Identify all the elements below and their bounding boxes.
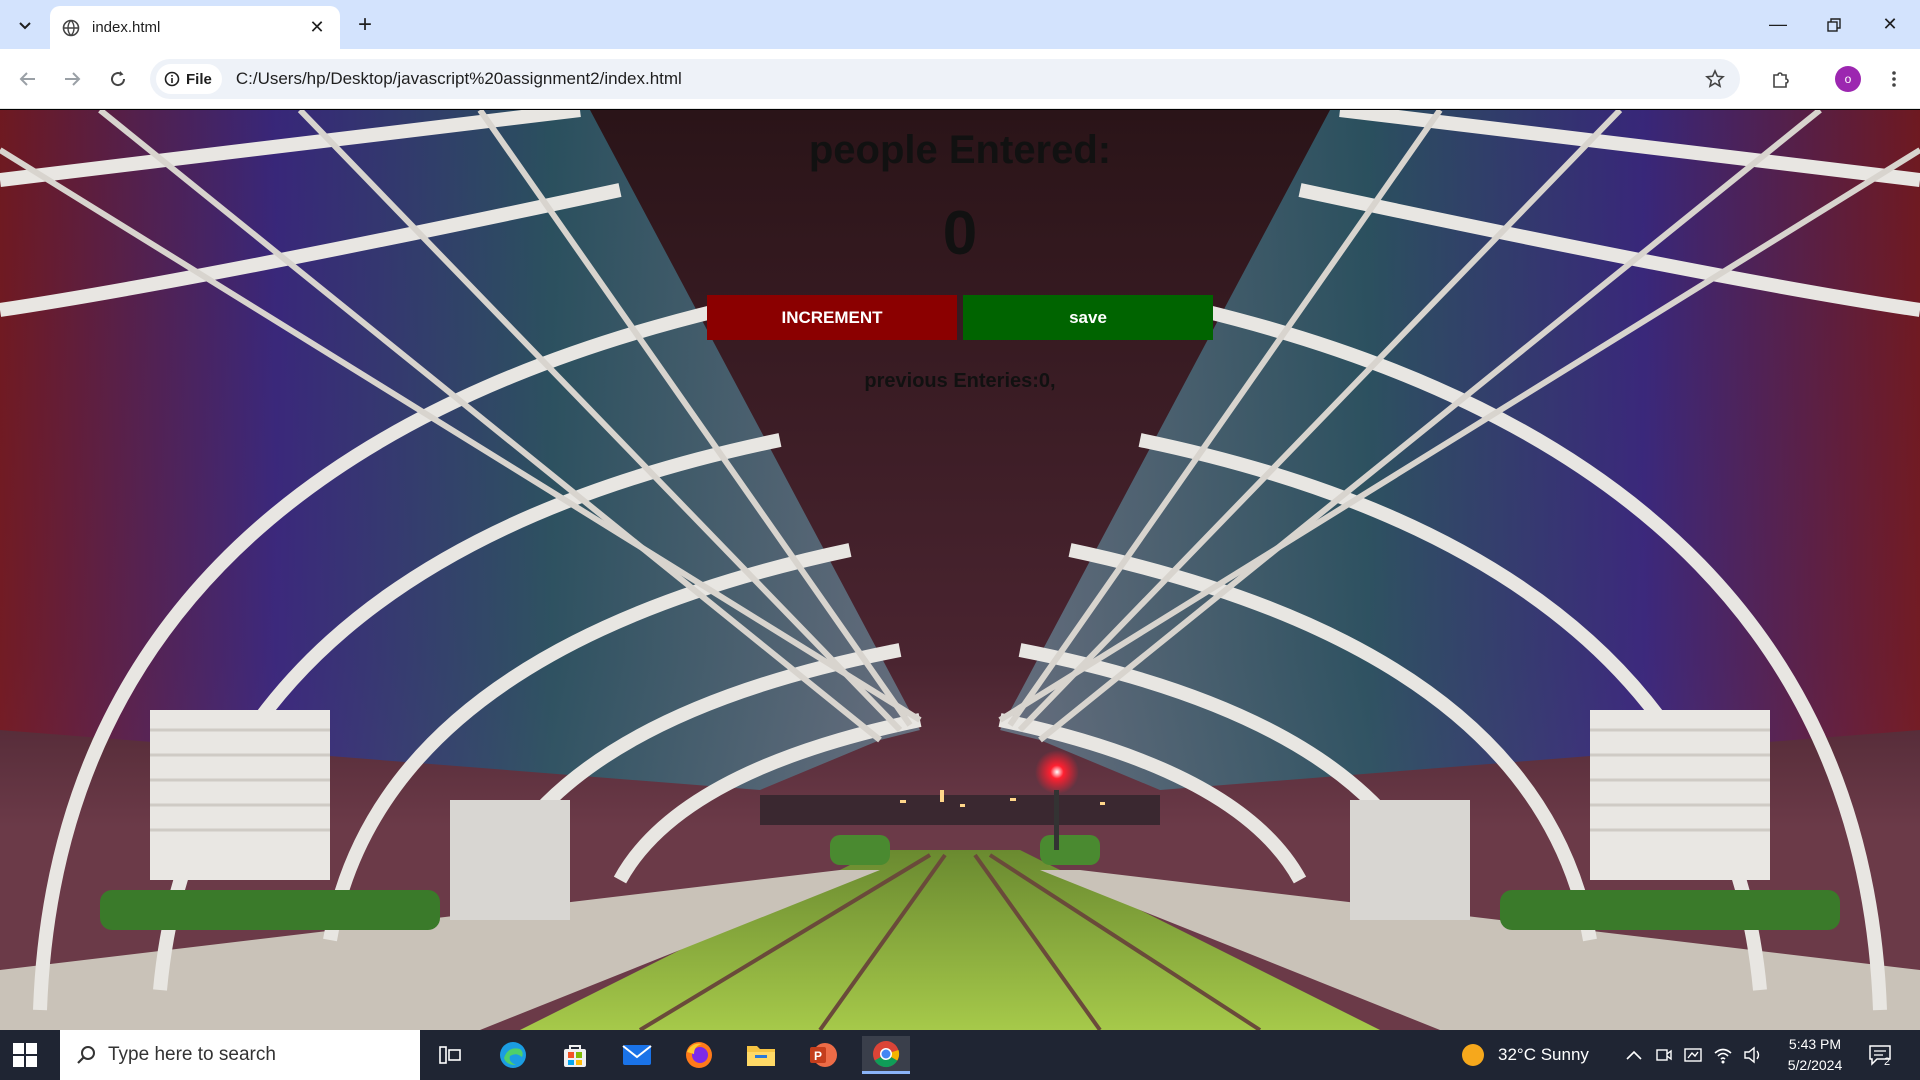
reload-button[interactable] — [100, 61, 136, 97]
powerpoint-icon[interactable]: P — [799, 1036, 847, 1074]
wifi-icon[interactable] — [1713, 1046, 1733, 1064]
reload-icon — [111, 71, 126, 87]
tab-search-button[interactable] — [8, 9, 42, 41]
address-bar[interactable]: File C:/Users/hp/Desktop/javascript%20as… — [150, 59, 1740, 99]
extensions-button[interactable] — [1763, 61, 1799, 97]
menu-button[interactable] — [1876, 61, 1912, 97]
meet-now-icon[interactable] — [1655, 1046, 1673, 1064]
browser-toolbar: File C:/Users/hp/Desktop/javascript%20as… — [0, 49, 1920, 109]
chevron-down-icon — [19, 22, 31, 30]
weather-widget[interactable]: 32°C Sunny — [1460, 1030, 1589, 1080]
taskbar-clock[interactable]: 5:43 PM 5/2/2024 — [1775, 1034, 1855, 1076]
globe-icon — [62, 19, 80, 36]
minimize-button[interactable]: — — [1750, 0, 1806, 49]
save-button[interactable]: save — [963, 295, 1213, 340]
profile-avatar[interactable]: o — [1835, 66, 1861, 92]
tab-close-icon[interactable]: ✕ — [306, 17, 328, 39]
file-explorer-icon[interactable] — [737, 1036, 785, 1074]
mail-icon[interactable] — [613, 1036, 661, 1074]
arrow-left-icon — [19, 72, 35, 86]
system-tray-icons — [1625, 1030, 1763, 1080]
windows-start-icon[interactable] — [12, 1042, 38, 1068]
volume-icon[interactable] — [1743, 1046, 1763, 1064]
site-chip-label: File — [186, 70, 212, 88]
browser-tab[interactable]: index.html ✕ — [50, 6, 340, 49]
firefox-icon[interactable] — [675, 1036, 723, 1074]
forward-button[interactable] — [54, 61, 90, 97]
search-placeholder: Type here to search — [108, 1044, 276, 1065]
puzzle-icon — [1773, 72, 1789, 88]
back-button[interactable] — [10, 61, 46, 97]
people-count: 0 — [942, 199, 978, 268]
search-icon — [77, 1046, 95, 1064]
battery-network-icon[interactable] — [1683, 1046, 1703, 1064]
bookmark-star-icon[interactable] — [1700, 64, 1730, 94]
notification-count: 2 — [1884, 1056, 1891, 1068]
windows-taskbar: Type here to search P 32°C Sunny 5:43 PM… — [0, 1030, 1920, 1080]
restore-icon — [1827, 17, 1841, 32]
increment-button[interactable]: INCREMENT — [707, 295, 957, 340]
arrow-right-icon — [65, 72, 81, 86]
sun-icon — [1462, 1044, 1484, 1066]
close-window-button[interactable]: ✕ — [1862, 0, 1918, 49]
site-info-chip[interactable]: File — [156, 64, 222, 94]
microsoft-store-icon[interactable] — [551, 1036, 599, 1074]
chevron-up-icon[interactable] — [1625, 1049, 1643, 1061]
clock-time: 5:43 PM — [1788, 1036, 1842, 1052]
previous-entries-text: previous Enteries:0, — [864, 370, 1056, 392]
kebab-menu-icon — [1892, 71, 1896, 87]
restore-button[interactable] — [1806, 0, 1862, 49]
task-view-icon[interactable] — [426, 1036, 474, 1074]
tab-title: index.html — [92, 19, 161, 36]
new-tab-button[interactable]: + — [350, 10, 380, 40]
url-text[interactable]: C:/Users/hp/Desktop/javascript%20assignm… — [236, 69, 1700, 89]
svg-text:P: P — [814, 1049, 822, 1063]
weather-text: 32°C Sunny — [1498, 1045, 1589, 1064]
page-viewport: people Entered: 0 INCREMENT save previou… — [0, 110, 1920, 1030]
chrome-icon[interactable] — [862, 1036, 910, 1074]
notification-center-button[interactable]: 2 — [1868, 1030, 1891, 1080]
edge-browser-icon[interactable] — [489, 1036, 537, 1074]
people-entered-heading: people Entered: — [808, 128, 1112, 172]
browser-tab-strip: index.html ✕ + — ✕ — [0, 0, 1920, 49]
taskbar-search-box[interactable]: Type here to search — [60, 1030, 420, 1080]
info-icon — [164, 71, 180, 87]
clock-date: 5/2/2024 — [1787, 1057, 1843, 1073]
